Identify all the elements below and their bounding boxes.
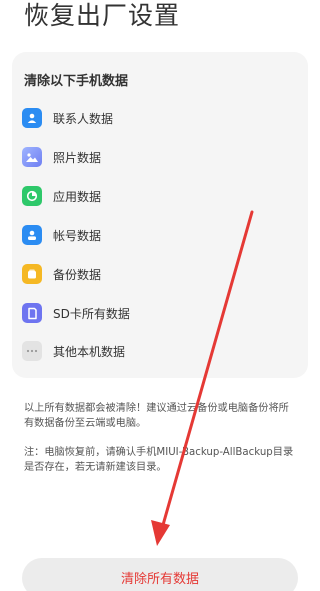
list-item-label: 照片数据	[53, 150, 102, 165]
backup-icon	[22, 264, 42, 284]
list-item-label: 联系人数据	[53, 111, 114, 126]
warning-text: 以上所有数据都会被清除！建议通过云备份或电脑备份将所有数据备份至云端或电脑。	[24, 403, 289, 429]
list-item-other: 其他本机数据	[22, 339, 125, 363]
list-item-account: 帐号数据	[22, 223, 101, 247]
list-item-label: 帐号数据	[53, 228, 102, 243]
factory-reset-screen: 恢复出厂设置 清除以下手机数据 联系人数据 照片数据 应用数据 帐号数据 备份数…	[0, 0, 320, 591]
data-list-card: 清除以下手机数据 联系人数据 照片数据 应用数据 帐号数据 备份数据 SD卡所有…	[12, 52, 308, 378]
list-item-label: 应用数据	[53, 189, 102, 204]
annotation-arrow-head	[151, 520, 170, 546]
photos-icon	[22, 147, 42, 167]
list-item-apps: 应用数据	[22, 184, 101, 208]
page-title: 恢复出厂设置	[24, 1, 181, 30]
card-title: 清除以下手机数据	[24, 74, 129, 89]
account-icon	[22, 225, 42, 245]
list-item-label: SD卡所有数据	[53, 306, 130, 321]
list-item-label: 备份数据	[53, 267, 102, 282]
list-item-backup: 备份数据	[22, 262, 101, 286]
contacts-icon	[22, 108, 42, 128]
list-item-photos: 照片数据	[22, 145, 101, 169]
list-item-label: 其他本机数据	[53, 344, 126, 359]
more-icon	[22, 341, 42, 361]
sd-card-icon	[22, 303, 42, 323]
apps-icon	[22, 186, 42, 206]
list-item-sd-card: SD卡所有数据	[22, 301, 130, 325]
list-item-contacts: 联系人数据	[22, 106, 113, 130]
clear-all-data-button[interactable]: 清除所有数据	[22, 558, 298, 591]
backup-note-text: 注：电脑恢复前，请确认手机MIUI-Backup-AllBackup目录是否存在…	[24, 447, 294, 473]
